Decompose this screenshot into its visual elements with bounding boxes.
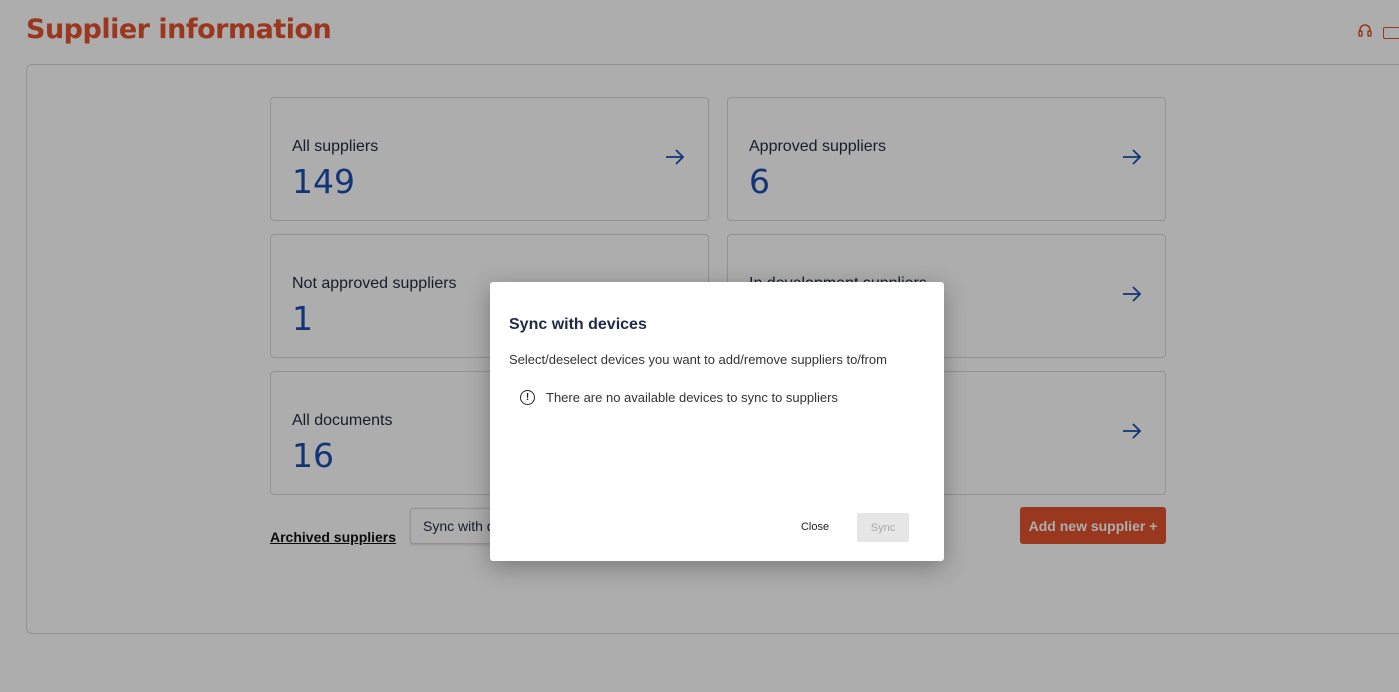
dialog-description: Select/deselect devices you want to add/… <box>509 352 887 367</box>
dialog-info-message: ! There are no available devices to sync… <box>520 390 838 405</box>
dialog-title: Sync with devices <box>509 316 647 333</box>
alert-circle-icon: ! <box>520 390 535 405</box>
close-button[interactable]: Close <box>790 514 840 540</box>
sync-button[interactable]: Sync <box>857 513 909 542</box>
info-text: There are no available devices to sync t… <box>546 390 838 405</box>
sync-devices-dialog: Sync with devices Select/deselect device… <box>490 282 944 561</box>
